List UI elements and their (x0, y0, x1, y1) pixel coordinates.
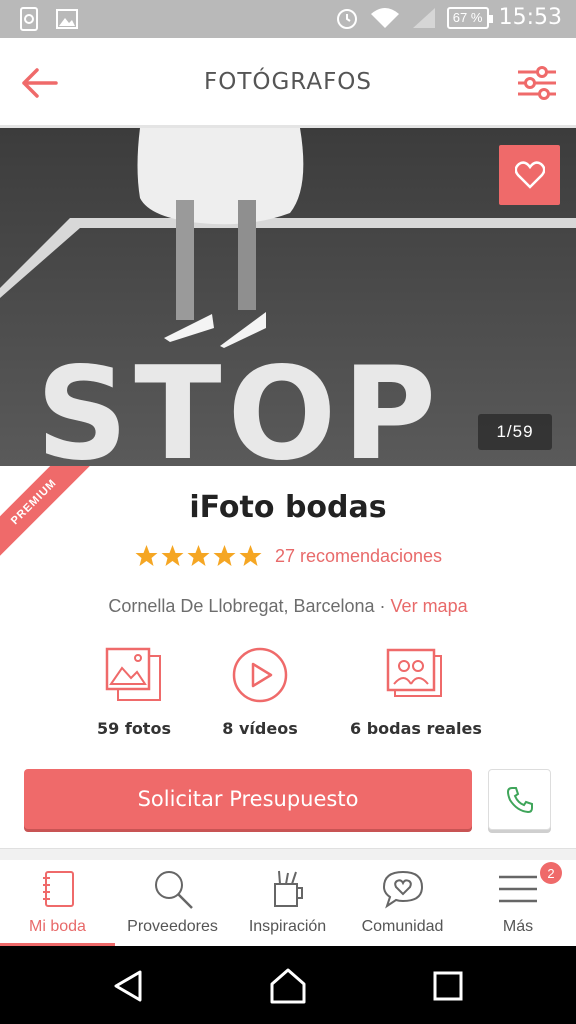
back-triangle-icon[interactable] (108, 968, 148, 1004)
page-title: FOTÓGRAFOS (203, 69, 373, 95)
nav-label: Más (502, 918, 534, 935)
play-icon (232, 647, 288, 703)
photo-painted-text: STOP (36, 340, 442, 466)
request-quote-button[interactable]: Solicitar Presupuesto (24, 769, 472, 829)
section-divider (0, 848, 576, 860)
notebook-icon (42, 871, 74, 907)
filter-icon[interactable] (516, 66, 558, 100)
star-icon (161, 545, 184, 566)
nav-mi-boda[interactable]: Mi boda (0, 860, 115, 946)
sim-notification-icon (20, 7, 38, 31)
cup-icon (273, 870, 303, 907)
videos-count: 8 vídeos (222, 719, 298, 738)
favorite-button[interactable] (499, 145, 560, 205)
notification-badge: 2 (540, 862, 562, 884)
system-navigation-bar (0, 946, 576, 1024)
call-button[interactable] (488, 769, 551, 830)
vendor-photo[interactable]: STOP 1/59 (0, 128, 576, 466)
phone-icon (506, 786, 533, 813)
battery-indicator: 67 % (446, 6, 493, 29)
nav-label: Comunidad (361, 918, 444, 935)
gallery-notification-icon (56, 9, 78, 29)
action-row: Solicitar Presupuesto (24, 769, 552, 833)
view-map-link[interactable]: Ver mapa (391, 596, 468, 616)
battery-level: 67 % (452, 10, 483, 25)
alarm-icon (336, 8, 357, 29)
wifi-icon (370, 7, 399, 28)
nav-label: Inspiración (248, 918, 327, 935)
real-weddings-stat[interactable]: 6 bodas reales (350, 646, 482, 738)
location-row: Cornella De Llobregat, Barcelona · Ver m… (0, 596, 576, 617)
couple-photos-icon (386, 648, 442, 697)
star-icon (135, 545, 158, 566)
heart-icon (514, 161, 545, 189)
photos-count: 59 fotos (97, 719, 171, 738)
star-icon (213, 545, 236, 566)
location-text: Cornella De Llobregat, Barcelona · (108, 596, 391, 616)
real-weddings-count: 6 bodas reales (350, 719, 482, 738)
clock: 15:53 (498, 5, 562, 30)
recommendations-link[interactable]: 27 recomendaciones (275, 546, 442, 567)
media-stats: 59 fotos 8 vídeos 6 bodas reales (0, 646, 576, 746)
star-icon (239, 545, 262, 566)
nav-comunidad[interactable]: Comunidad (345, 860, 460, 946)
recent-apps-icon[interactable] (428, 968, 468, 1004)
status-bar: 67 % 15:53 (0, 0, 576, 38)
videos-stat[interactable]: 8 vídeos (212, 646, 308, 738)
photo-counter: 1/59 (478, 414, 552, 450)
star-rating (134, 544, 263, 568)
bottom-navigation: Mi boda Proveedores Inspiración Comunida… (0, 860, 576, 946)
nav-proveedores[interactable]: Proveedores (115, 860, 230, 946)
nav-mas[interactable]: Más 2 (460, 860, 576, 946)
search-icon (154, 871, 193, 909)
signal-icon (412, 7, 435, 28)
app-header: FOTÓGRAFOS (0, 38, 576, 128)
nav-inspiracion[interactable]: Inspiración (230, 860, 345, 946)
photos-stat[interactable]: 59 fotos (88, 646, 180, 738)
home-icon[interactable] (268, 968, 308, 1004)
rating-row: 27 recomendaciones (0, 544, 576, 568)
menu-icon (499, 875, 537, 903)
photos-icon (105, 647, 161, 701)
vendor-name: iFoto bodas (189, 490, 387, 525)
nav-label: Proveedores (127, 918, 218, 935)
nav-label: Mi boda (29, 918, 86, 935)
chat-heart-icon (382, 870, 423, 909)
star-icon (187, 545, 210, 566)
